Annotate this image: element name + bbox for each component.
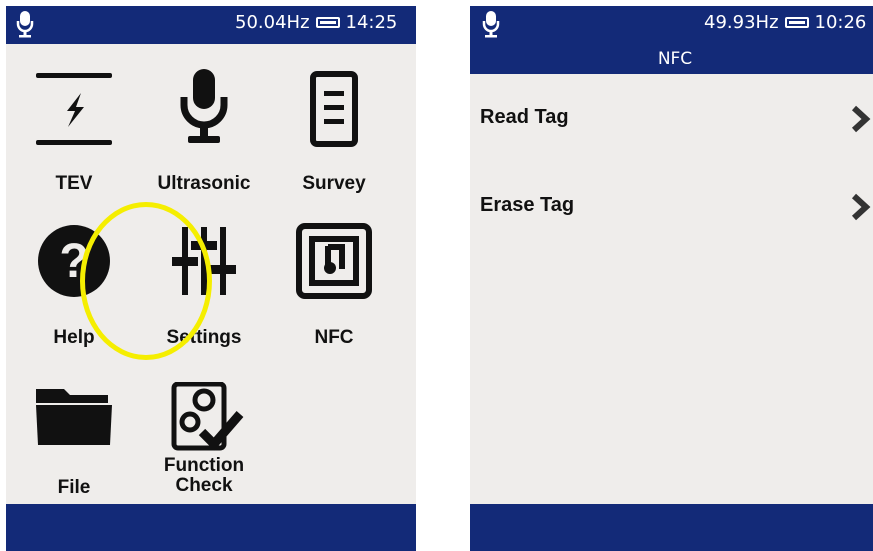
tile-label: Settings <box>166 327 242 348</box>
menu-item-label: Erase Tag <box>480 194 575 216</box>
chevron-right-icon <box>851 105 871 133</box>
microphone-icon <box>16 11 34 38</box>
status-right: 50.04Hz 14:25 <box>235 12 397 33</box>
tile-label: NFC <box>314 327 354 348</box>
clock: 10:26 <box>814 12 867 33</box>
menu-item-erase-tag[interactable]: Erase Tag <box>470 182 873 232</box>
page-title: NFC <box>470 44 873 74</box>
tile-tev[interactable]: TEV <box>9 64 139 204</box>
frequency-readout: 50.04Hz <box>235 12 310 33</box>
bottom-bar <box>470 504 873 551</box>
tev-lightning-icon <box>36 73 112 145</box>
svg-text:?: ? <box>59 235 88 288</box>
status-right: 49.93Hz 10:26 <box>704 12 866 33</box>
battery-icon <box>784 17 809 28</box>
tile-file[interactable]: File <box>9 380 139 510</box>
menu-item-label: Read Tag <box>480 106 569 128</box>
nfc-icon <box>296 223 372 299</box>
tile-ultrasonic[interactable]: Ultrasonic <box>139 64 269 204</box>
tile-label: Help <box>53 327 95 348</box>
clock: 14:25 <box>345 12 398 33</box>
main-menu-screen: 50.04Hz 14:25 TEV Ultrasonic Survey ? He… <box>6 6 416 551</box>
tile-label: Survey <box>302 173 366 194</box>
document-icon <box>310 71 358 147</box>
chevron-right-icon <box>851 193 871 221</box>
bottom-bar <box>6 504 416 551</box>
tile-help[interactable]: ? Help <box>9 216 139 356</box>
microphone-icon <box>180 69 228 143</box>
tile-survey[interactable]: Survey <box>269 64 399 204</box>
tile-function-check[interactable]: Function Check <box>139 382 269 512</box>
tile-label: File <box>57 477 91 498</box>
menu-item-read-tag[interactable]: Read Tag <box>470 94 873 144</box>
tile-nfc[interactable]: NFC <box>269 216 399 356</box>
battery-icon <box>315 17 340 28</box>
folder-icon <box>36 389 112 445</box>
tile-label-line1: Function <box>163 455 245 476</box>
help-question-icon: ? <box>38 225 110 297</box>
microphone-icon <box>482 11 500 38</box>
tile-settings[interactable]: Settings <box>139 216 269 356</box>
nfc-screen: 49.93Hz 10:26 NFC Read Tag Erase Tag <box>470 6 873 551</box>
sliders-icon <box>172 227 236 295</box>
tile-label: Ultrasonic <box>157 173 251 194</box>
tile-label-line2: Check <box>175 475 233 496</box>
status-bar: 49.93Hz 10:26 <box>470 6 873 44</box>
status-bar: 50.04Hz 14:25 <box>6 6 416 44</box>
gears-check-icon <box>171 382 244 451</box>
frequency-readout: 49.93Hz <box>704 12 779 33</box>
tile-label: TEV <box>55 173 93 194</box>
